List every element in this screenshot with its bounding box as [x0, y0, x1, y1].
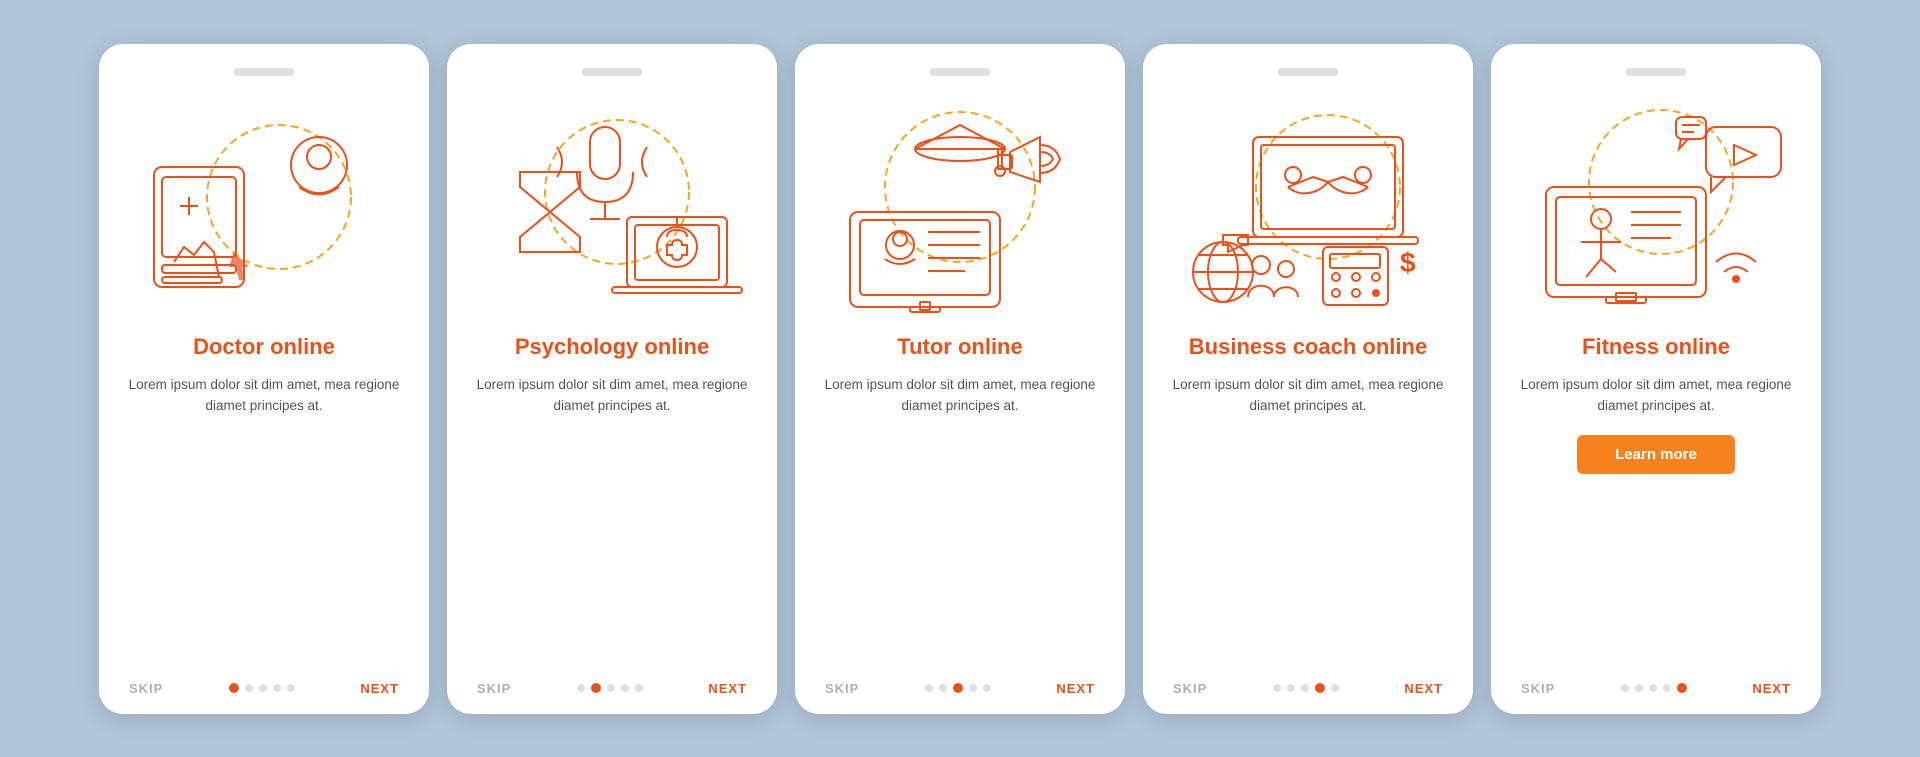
dot-b1 — [1287, 684, 1295, 692]
learn-more-button[interactable]: Learn more — [1577, 435, 1735, 474]
phone-notch — [234, 68, 294, 76]
business-svg: $ — [1168, 97, 1448, 317]
dots-fitness — [1621, 683, 1687, 693]
dot-p1 — [591, 683, 601, 693]
card-title-doctor: Doctor online — [193, 334, 335, 360]
dots-tutor — [925, 683, 991, 693]
card-title-business: Business coach online — [1189, 334, 1427, 360]
illustration-doctor — [119, 92, 409, 322]
card-title-fitness: Fitness online — [1582, 334, 1730, 360]
dot-t4 — [983, 684, 991, 692]
dot-b4 — [1331, 684, 1339, 692]
phones-container: Doctor online Lorem ipsum dolor sit dim … — [79, 14, 1841, 744]
dot-4 — [287, 684, 295, 692]
phone-notch-3 — [930, 68, 990, 76]
next-button-psychology[interactable]: NEXT — [708, 681, 747, 696]
dots-psychology — [577, 683, 643, 693]
dot-p2 — [607, 684, 615, 692]
dot-t0 — [925, 684, 933, 692]
card-fitness-online: Fitness online Lorem ipsum dolor sit dim… — [1491, 44, 1821, 714]
next-button-tutor[interactable]: NEXT — [1056, 681, 1095, 696]
dots-doctor — [229, 683, 295, 693]
card-doctor-online: Doctor online Lorem ipsum dolor sit dim … — [99, 44, 429, 714]
dot-2 — [259, 684, 267, 692]
card-body-psychology: Lorem ipsum dolor sit dim amet, mea regi… — [467, 374, 757, 417]
card-title-psychology: Psychology online — [515, 334, 709, 360]
illustration-business: $ — [1163, 92, 1453, 322]
dot-t3 — [969, 684, 977, 692]
dot-0 — [229, 683, 239, 693]
card-business-coach-online: $ Business coach online Lorem ipsum dolo… — [1143, 44, 1473, 714]
phone-notch-2 — [582, 68, 642, 76]
doctor-svg — [124, 97, 404, 317]
dot-f4 — [1677, 683, 1687, 693]
card-tutor-online: Tutor online Lorem ipsum dolor sit dim a… — [795, 44, 1125, 714]
card-body-doctor: Lorem ipsum dolor sit dim amet, mea regi… — [119, 374, 409, 417]
next-button-fitness[interactable]: NEXT — [1752, 681, 1791, 696]
dot-t1 — [939, 684, 947, 692]
card-footer-fitness: SKIP NEXT — [1511, 681, 1801, 696]
illustration-fitness — [1511, 92, 1801, 322]
illustration-psychology — [467, 92, 757, 322]
card-psychology-online: Psychology online Lorem ipsum dolor sit … — [447, 44, 777, 714]
card-footer-psychology: SKIP NEXT — [467, 681, 757, 696]
skip-button-psychology[interactable]: SKIP — [477, 681, 511, 696]
next-button-doctor[interactable]: NEXT — [360, 681, 399, 696]
card-title-tutor: Tutor online — [897, 334, 1022, 360]
skip-button-doctor[interactable]: SKIP — [129, 681, 163, 696]
dot-f3 — [1663, 684, 1671, 692]
psychology-svg — [472, 97, 752, 317]
skip-button-tutor[interactable]: SKIP — [825, 681, 859, 696]
dot-p3 — [621, 684, 629, 692]
fitness-svg — [1516, 97, 1796, 317]
dot-p4 — [635, 684, 643, 692]
svg-text:$: $ — [1400, 247, 1416, 278]
card-footer-business: SKIP NEXT — [1163, 681, 1453, 696]
dot-b0 — [1273, 684, 1281, 692]
tutor-svg — [820, 97, 1100, 317]
illustration-tutor — [815, 92, 1105, 322]
next-button-business[interactable]: NEXT — [1404, 681, 1443, 696]
card-footer-tutor: SKIP NEXT — [815, 681, 1105, 696]
card-body-fitness: Lorem ipsum dolor sit dim amet, mea regi… — [1511, 374, 1801, 417]
dots-business — [1273, 683, 1339, 693]
dot-f1 — [1635, 684, 1643, 692]
card-body-business: Lorem ipsum dolor sit dim amet, mea regi… — [1163, 374, 1453, 417]
skip-button-business[interactable]: SKIP — [1173, 681, 1207, 696]
dot-b3 — [1315, 683, 1325, 693]
dot-3 — [273, 684, 281, 692]
skip-button-fitness[interactable]: SKIP — [1521, 681, 1555, 696]
card-footer-doctor: SKIP NEXT — [119, 681, 409, 696]
phone-notch-4 — [1278, 68, 1338, 76]
dot-p0 — [577, 684, 585, 692]
dot-b2 — [1301, 684, 1309, 692]
dot-1 — [245, 684, 253, 692]
dot-f0 — [1621, 684, 1629, 692]
dot-f2 — [1649, 684, 1657, 692]
dot-t2 — [953, 683, 963, 693]
phone-notch-5 — [1626, 68, 1686, 76]
card-body-tutor: Lorem ipsum dolor sit dim amet, mea regi… — [815, 374, 1105, 417]
